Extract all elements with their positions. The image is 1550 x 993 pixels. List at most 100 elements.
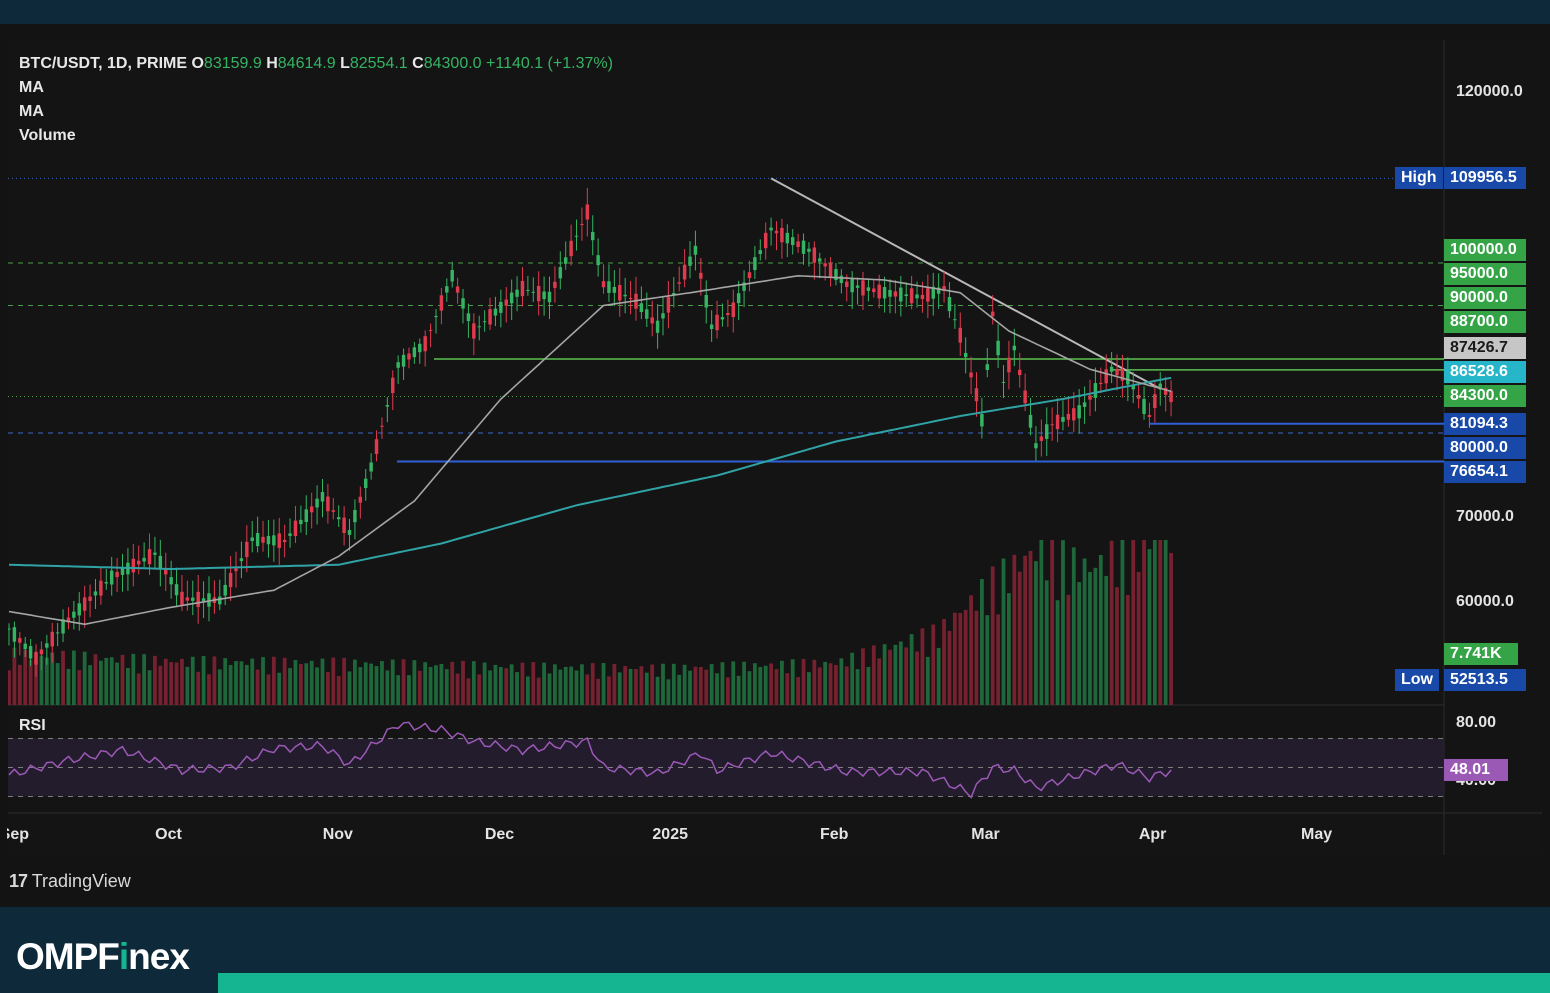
volume-bar-163 xyxy=(888,649,892,705)
volume-bar-56 xyxy=(309,660,314,705)
ma-short-line xyxy=(8,274,1172,626)
volume-bar-164 xyxy=(893,644,898,705)
volume-bar-129 xyxy=(704,669,709,705)
candle-body-76 xyxy=(418,343,422,353)
volume-bar-185 xyxy=(1007,593,1011,705)
candle-body-163 xyxy=(888,289,892,297)
candle-body-77 xyxy=(423,336,427,352)
candle-body-190 xyxy=(1034,443,1038,449)
candle-body-78 xyxy=(428,329,433,331)
candle-body-148 xyxy=(807,248,811,252)
volume-bar-119 xyxy=(650,664,655,705)
candle-body-12 xyxy=(72,611,76,618)
volume-bar-17 xyxy=(98,660,103,705)
candle-body-175 xyxy=(953,319,957,321)
indicator-ma-short[interactable]: MA xyxy=(19,76,613,100)
chart-canvas[interactable] xyxy=(8,40,1542,855)
volume-bar-184 xyxy=(1001,558,1006,705)
volume-bar-96 xyxy=(525,676,530,705)
volume-bar-72 xyxy=(396,675,401,705)
candle-body-205 xyxy=(1115,368,1119,376)
volume-bar-14 xyxy=(82,651,87,705)
volume-bar-39 xyxy=(217,669,222,705)
volume-bar-154 xyxy=(839,658,844,705)
candle-body-182 xyxy=(990,311,995,317)
volume-bar-190 xyxy=(1034,561,1038,705)
volume-bar-49 xyxy=(271,656,276,705)
volume-bar-45 xyxy=(250,658,255,705)
candle-body-122 xyxy=(666,297,671,313)
tradingview-mark-icon: 17 xyxy=(9,871,28,891)
volume-bar-144 xyxy=(785,673,790,705)
candle-body-211 xyxy=(1147,415,1152,417)
candle-body-54 xyxy=(299,519,303,525)
rsi-pane-label[interactable]: RSI xyxy=(19,717,46,735)
volume-bar-114 xyxy=(623,666,628,705)
volume-bar-65 xyxy=(358,667,363,705)
ompfinex-logo: OMPFinex xyxy=(16,936,190,978)
volume-bar-195 xyxy=(1061,540,1065,705)
candle-body-155 xyxy=(845,281,849,287)
candle-body-63 xyxy=(347,529,352,535)
candle-body-150 xyxy=(818,258,822,262)
volume-bar-66 xyxy=(363,662,368,705)
candle-body-62 xyxy=(342,517,346,534)
candle-body-64 xyxy=(353,509,357,523)
candle-body-193 xyxy=(1050,424,1054,426)
volume-bar-171 xyxy=(931,624,936,705)
candle-body-189 xyxy=(1028,414,1033,428)
volume-bar-183 xyxy=(996,614,1000,705)
candle-body-53 xyxy=(293,520,298,537)
candle-body-88 xyxy=(482,321,487,323)
candle-body-40 xyxy=(223,584,227,596)
volume-bar-106 xyxy=(580,664,584,705)
candle-body-94 xyxy=(515,289,519,297)
candle-body-198 xyxy=(1077,405,1081,419)
candle-body-187 xyxy=(1017,369,1022,376)
candle-body-30 xyxy=(169,577,173,585)
volume-bar-165 xyxy=(898,641,903,705)
candle-body-52 xyxy=(288,533,292,536)
volume-bar-139 xyxy=(758,666,763,705)
time-axis-label-1: Oct xyxy=(155,826,182,843)
candle-body-191 xyxy=(1039,436,1044,441)
volume-bar-63 xyxy=(347,671,352,705)
candle-body-89 xyxy=(488,309,492,325)
candle-body-75 xyxy=(412,347,417,358)
candle-body-102 xyxy=(558,267,563,279)
candle-body-157 xyxy=(855,285,860,288)
candle-body-14 xyxy=(82,597,87,611)
indicator-ma-long[interactable]: MA xyxy=(19,100,613,124)
volume-bar-159 xyxy=(866,667,871,705)
volume-bar-99 xyxy=(542,662,546,705)
candle-body-126 xyxy=(688,256,692,266)
candle-body-147 xyxy=(801,240,806,254)
volume-bar-51 xyxy=(282,657,287,705)
volume-bar-80 xyxy=(439,663,444,705)
candle-body-67 xyxy=(369,462,373,472)
time-axis-label-3: Dec xyxy=(484,826,515,843)
volume-bar-210 xyxy=(1142,540,1146,705)
volume-bar-150 xyxy=(817,667,822,705)
volume-bar-101 xyxy=(553,664,557,705)
candle-body-71 xyxy=(391,377,395,394)
volume-bar-68 xyxy=(374,666,379,705)
volume-bar-196 xyxy=(1066,594,1071,705)
candle-body-107 xyxy=(585,204,590,220)
volume-bar-167 xyxy=(909,634,914,705)
candle-body-86 xyxy=(472,323,476,339)
candle-body-74 xyxy=(407,353,411,360)
candle-body-215 xyxy=(1169,390,1173,403)
volume-bar-110 xyxy=(601,662,606,705)
volume-bar-35 xyxy=(196,671,201,705)
candle-body-202 xyxy=(1099,382,1103,385)
indicator-volume[interactable]: Volume xyxy=(19,124,613,148)
volume-bar-82 xyxy=(450,661,455,705)
candle-body-32 xyxy=(180,591,184,606)
candle-body-45 xyxy=(250,537,254,542)
volume-bar-61 xyxy=(336,676,341,705)
time-axis-label-4: 2025 xyxy=(652,826,688,843)
volume-bar-103 xyxy=(563,666,568,705)
candle-body-165 xyxy=(899,287,903,302)
volume-bar-108 xyxy=(590,663,595,705)
